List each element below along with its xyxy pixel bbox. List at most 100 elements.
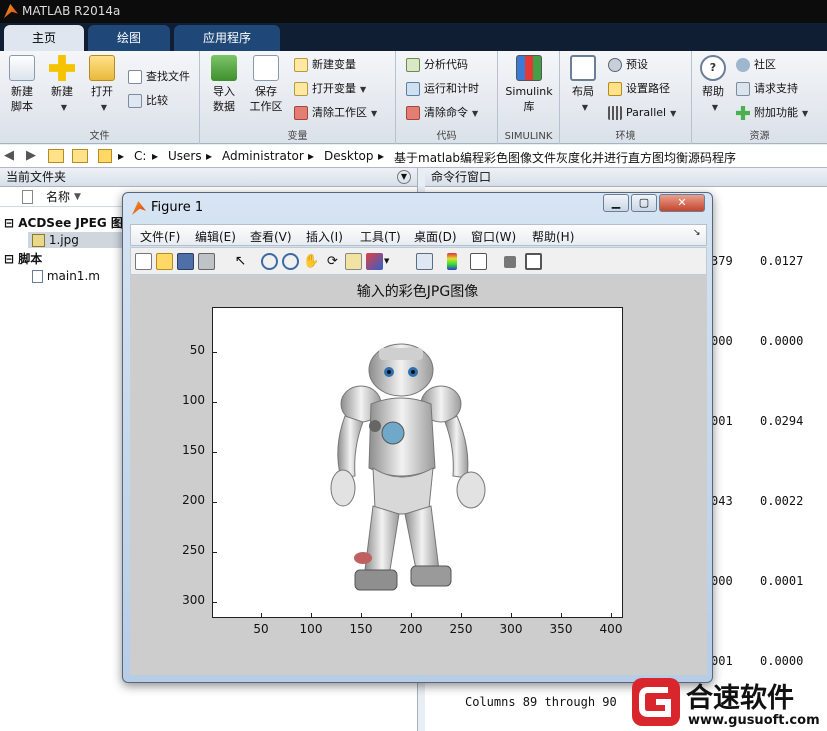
group-code: 分析代码 运行和计时 清除命令 ▼ 代码 — [396, 51, 498, 144]
print-icon[interactable] — [198, 253, 215, 270]
compare-button[interactable]: 比较 — [128, 91, 168, 111]
request-support-button[interactable]: 请求支持 — [736, 79, 798, 99]
command-window-header: 命令行窗口 — [425, 168, 827, 187]
menu-tools[interactable]: 工具(T) — [360, 228, 401, 245]
chevron-down-icon[interactable]: ▼ — [384, 253, 392, 270]
group-code-label: 代码 — [436, 131, 457, 142]
simulink-library-button[interactable]: Simulink 库 — [504, 55, 554, 114]
save-icon[interactable] — [177, 253, 194, 270]
watermark: 合速软件 www.gusuoft.com — [630, 676, 827, 731]
zoom-in-icon[interactable] — [261, 253, 278, 270]
maximize-button[interactable]: ▢ — [631, 194, 657, 212]
help-button[interactable]: ? 帮助 ▼ — [696, 55, 730, 115]
list-item-1jpg[interactable]: 1.jpg — [28, 232, 122, 248]
m-file-icon — [32, 270, 43, 283]
new-variable-button[interactable]: 新建变量 — [294, 55, 356, 75]
minimize-button[interactable]: ▁ — [603, 194, 629, 212]
panel-options-icon[interactable]: ▼ — [397, 170, 411, 184]
x-tick-mark — [311, 613, 312, 617]
colorbar-icon[interactable] — [447, 253, 457, 270]
breadcrumb-c[interactable]: C: — [134, 149, 146, 163]
new-script-button[interactable]: 新建 脚本 — [4, 55, 40, 114]
tab-apps[interactable]: 应用程序 — [174, 25, 280, 51]
menu-help[interactable]: 帮助(H) — [532, 228, 574, 245]
x-tick-mark — [411, 613, 412, 617]
new-figure-icon[interactable] — [135, 253, 152, 270]
show-plot-tools-icon[interactable] — [525, 253, 542, 270]
group-scripts[interactable]: ⊟ 脚本 — [4, 250, 42, 267]
layout-button[interactable]: 布局 ▼ — [566, 55, 600, 115]
addons-button[interactable]: 附加功能 ▼ — [736, 103, 808, 123]
pan-hand-icon[interactable]: ✋ — [303, 253, 320, 270]
list-item-main1m[interactable]: main1.m — [32, 269, 100, 283]
figure-title: Figure 1 — [151, 200, 204, 215]
open-button[interactable]: 打开 ▼ — [84, 55, 120, 115]
back-arrow-icon[interactable]: ◀ — [4, 148, 14, 163]
tab-plots[interactable]: 绘图 — [88, 25, 170, 51]
clear-workspace-button[interactable]: 清除工作区 ▼ — [294, 103, 377, 123]
cmd-value: 001 — [711, 654, 733, 668]
breadcrumb-users[interactable]: Users — [168, 149, 202, 163]
matlab-logo-icon — [4, 4, 18, 18]
community-button[interactable]: 社区 — [736, 55, 776, 75]
watermark-logo-icon — [632, 678, 680, 726]
figure-window[interactable]: Figure 1 ▁ ▢ ✕ 文件(F) 编辑(E) 查看(V) 插入(I) 工… — [122, 192, 713, 683]
breadcrumb-administrator[interactable]: Administrator — [222, 149, 304, 163]
image-axes[interactable] — [212, 307, 623, 618]
set-path-button[interactable]: 设置路径 — [608, 79, 670, 99]
legend-icon[interactable] — [470, 253, 487, 270]
open-file-icon[interactable] — [156, 253, 173, 270]
x-tick-mark — [461, 613, 462, 617]
menu-view[interactable]: 查看(V) — [250, 228, 292, 245]
menu-file[interactable]: 文件(F) — [140, 228, 180, 245]
new-variable-icon — [294, 58, 308, 72]
group-resources: ? 帮助 ▼ 社区 请求支持 附加功能 ▼ 资源 — [692, 51, 827, 144]
zoom-out-icon[interactable] — [282, 253, 299, 270]
brush-icon[interactable] — [366, 253, 383, 270]
collapse-icon[interactable]: ⊟ — [4, 252, 14, 266]
preferences-button[interactable]: 预设 — [608, 55, 648, 75]
import-data-button[interactable]: 导入 数据 — [206, 55, 242, 114]
hide-plot-tools-icon[interactable] — [504, 256, 516, 268]
x-tick-label: 150 — [349, 622, 373, 636]
dock-arrow-icon[interactable]: ↘ — [693, 228, 701, 238]
up-folder-icon[interactable] — [48, 149, 64, 163]
folder-icon — [89, 55, 115, 81]
collapse-icon[interactable]: ⊟ — [4, 216, 14, 230]
menu-insert[interactable]: 插入(I) — [306, 228, 343, 245]
menu-edit[interactable]: 编辑(E) — [195, 228, 236, 245]
breadcrumb-project-folder[interactable]: 基于matlab编程彩色图像文件灰度化并进行直方图均衡源码程序 — [394, 149, 736, 166]
addons-icon — [736, 106, 750, 120]
group-file: 新建 脚本 新建 ▼ 打开 ▼ 查找文件 比较 文件 — [0, 51, 200, 144]
analyze-code-button[interactable]: 分析代码 — [406, 55, 468, 75]
cmd-value: 379 — [711, 254, 733, 268]
save-workspace-button[interactable]: 保存 工作区 — [244, 55, 288, 114]
forward-arrow-icon[interactable]: ▶ — [26, 148, 36, 163]
x-tick-mark — [361, 613, 362, 617]
close-button[interactable]: ✕ — [659, 194, 705, 212]
group-jpeg[interactable]: ⊟ ACDSee JPEG 图像 — [4, 214, 135, 231]
rotate-3d-icon[interactable]: ⟳ — [324, 253, 341, 270]
open-variable-button[interactable]: 打开变量 ▼ — [294, 79, 366, 99]
clear-commands-button[interactable]: 清除命令 ▼ — [406, 103, 478, 123]
menu-desktop[interactable]: 桌面(D) — [414, 228, 457, 245]
parallel-button[interactable]: Parallel ▼ — [608, 103, 676, 123]
link-plot-icon[interactable] — [416, 253, 433, 270]
menu-window[interactable]: 窗口(W) — [471, 228, 516, 245]
y-tick-label: 300 — [182, 593, 205, 607]
chevron-down-icon: ▼ — [371, 109, 378, 118]
tab-home[interactable]: 主页 — [4, 25, 84, 51]
y-tick-mark — [213, 402, 217, 403]
y-tick-mark — [213, 502, 217, 503]
find-files-button[interactable]: 查找文件 — [128, 67, 190, 87]
x-tick-label: 200 — [399, 622, 423, 636]
breadcrumb-desktop[interactable]: Desktop — [324, 149, 374, 163]
data-cursor-icon[interactable] — [345, 253, 362, 270]
new-button[interactable]: 新建 ▼ — [44, 55, 80, 115]
y-tick-label: 100 — [182, 393, 205, 407]
pointer-icon[interactable]: ↖ — [232, 253, 249, 270]
run-time-button[interactable]: 运行和计时 — [406, 79, 479, 99]
group-variable: 导入 数据 保存 工作区 新建变量 打开变量 ▼ 清除工作区 ▼ 变量 — [200, 51, 396, 144]
browse-folder-icon[interactable] — [72, 149, 88, 163]
group-simulink: Simulink 库 SIMULINK — [498, 51, 560, 144]
